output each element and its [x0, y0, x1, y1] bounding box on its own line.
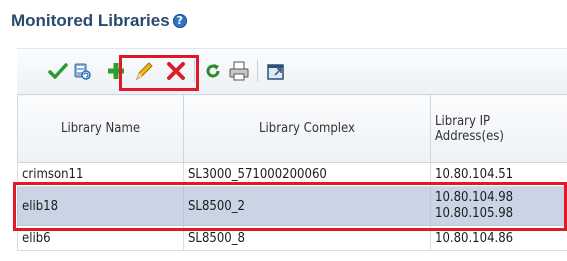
- table-header-row: Library Name Library Complex Library IP …: [17, 94, 567, 163]
- table-row-selected[interactable]: elib18 SL8500_2 10.80.104.98 10.80.105.9…: [17, 186, 567, 226]
- cell-library-complex: SL3000_571000200060: [183, 162, 431, 187]
- cell-library-name: crimson11: [17, 162, 184, 187]
- refresh-icon[interactable]: [201, 59, 225, 83]
- cell-library-ip: 10.80.104.98 10.80.105.98: [430, 186, 567, 226]
- cell-library-ip: 10.80.104.86: [430, 225, 567, 251]
- column-header-library-name[interactable]: Library Name: [17, 94, 184, 163]
- cell-library-ip-line: 10.80.105.98: [435, 206, 514, 221]
- cell-library-name: elib18: [17, 186, 184, 226]
- column-header-library-ip-text: Library IP Address(es): [435, 113, 504, 144]
- detach-icon[interactable]: [264, 59, 288, 83]
- libraries-table: Library Name Library Complex Library IP …: [17, 94, 567, 251]
- cell-library-complex: SL8500_2: [183, 186, 431, 226]
- check-icon[interactable]: [46, 59, 70, 83]
- table-row[interactable]: crimson11 SL3000_571000200060 10.80.104.…: [17, 162, 567, 187]
- table-row[interactable]: elib6 SL8500_8 10.80.104.86: [17, 225, 567, 251]
- cell-library-ip: 10.80.104.51: [430, 162, 567, 187]
- delete-x-icon[interactable]: [164, 59, 188, 83]
- column-header-library-complex[interactable]: Library Complex: [183, 94, 431, 163]
- edit-pencil-icon[interactable]: [132, 59, 156, 83]
- print-icon[interactable]: [227, 59, 251, 83]
- toolbar-separator: [194, 60, 195, 82]
- refresh-library-icon[interactable]: [70, 59, 94, 83]
- cell-library-ip-line: 10.80.104.98: [435, 190, 514, 205]
- panel-title: Monitored Libraries ?: [11, 9, 187, 33]
- panel-title-text: Monitored Libraries: [11, 11, 170, 30]
- help-icon[interactable]: ?: [172, 14, 187, 28]
- toolbar: [46, 50, 288, 92]
- cell-library-name: elib6: [17, 225, 184, 251]
- column-header-library-ip[interactable]: Library IP Address(es): [430, 94, 567, 163]
- cell-library-complex: SL8500_8: [183, 225, 431, 251]
- toolbar-separator: [257, 60, 258, 82]
- add-icon[interactable]: [104, 59, 128, 83]
